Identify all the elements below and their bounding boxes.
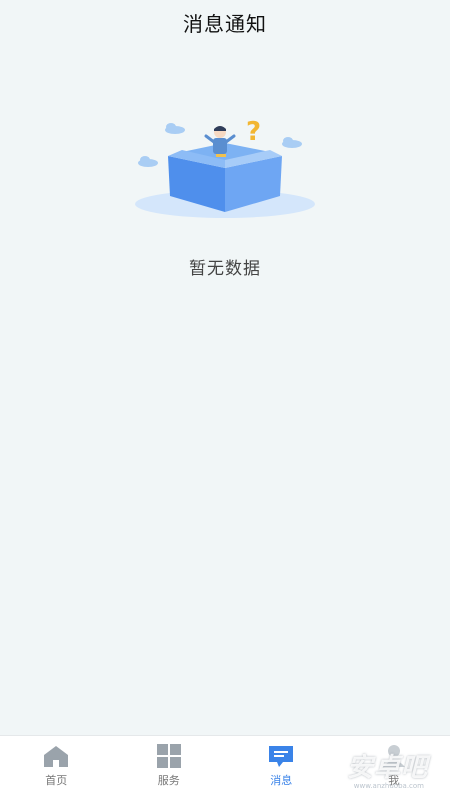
- tab-me-label: 我: [388, 774, 400, 787]
- tab-service[interactable]: 服务: [113, 736, 226, 800]
- empty-state-text: 暂无数据: [189, 259, 261, 279]
- grid-icon: [155, 744, 183, 768]
- empty-box-illustration: ?: [135, 117, 315, 218]
- tab-home[interactable]: 首页: [0, 736, 113, 800]
- empty-state: ? 暂无数据: [0, 110, 450, 279]
- message-icon: [267, 744, 295, 768]
- header: 消息通知: [0, 0, 450, 44]
- user-icon: [380, 744, 408, 768]
- home-icon: [42, 744, 70, 768]
- tab-service-label: 服务: [157, 774, 180, 787]
- tab-me[interactable]: 我: [338, 736, 450, 800]
- bottom-tab-bar: 首页 服务 消息 我: [0, 735, 450, 800]
- tab-message-label: 消息: [270, 774, 293, 787]
- page-title: 消息通知: [183, 11, 267, 36]
- tab-home-label: 首页: [45, 774, 68, 787]
- tab-message[interactable]: 消息: [225, 736, 338, 800]
- svg-text:?: ?: [246, 117, 261, 147]
